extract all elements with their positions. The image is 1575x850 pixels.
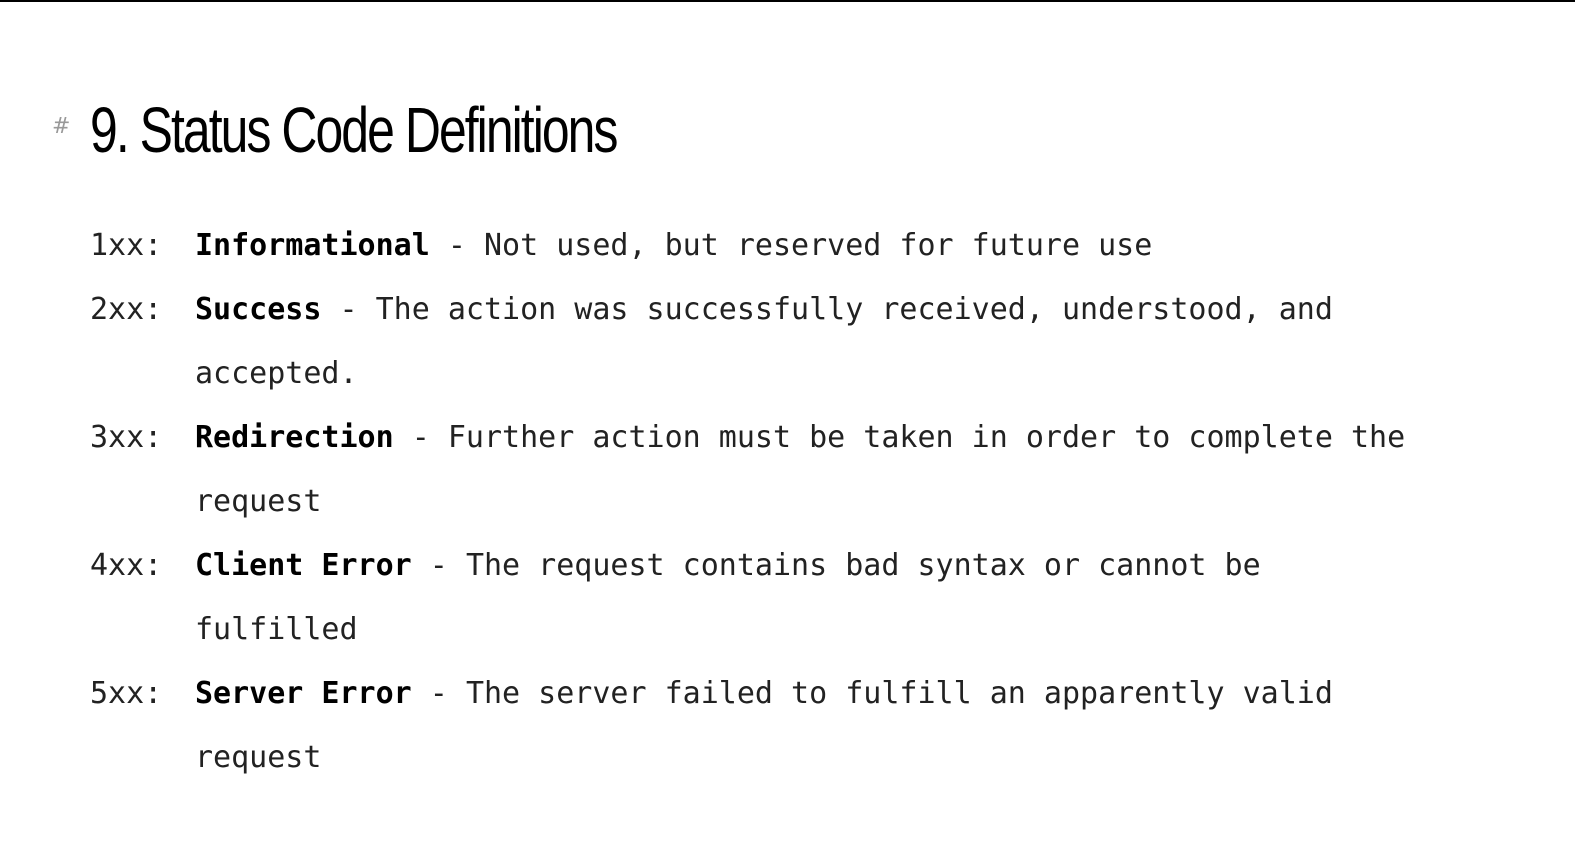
status-description: Not used, but reserved for future use bbox=[484, 228, 1153, 263]
status-code: 1xx: bbox=[90, 228, 163, 263]
status-definition: Client Error - The request contains bad … bbox=[195, 534, 1425, 662]
status-code: 2xx: bbox=[90, 292, 163, 327]
status-definition: Server Error - The server failed to fulf… bbox=[195, 662, 1425, 790]
separator: - bbox=[393, 420, 448, 455]
status-name: Server Error bbox=[195, 676, 412, 711]
separator: - bbox=[411, 676, 466, 711]
status-name: Client Error bbox=[195, 548, 412, 583]
page-title: 9. Status Code Definitions bbox=[90, 94, 618, 166]
status-code: 3xx: bbox=[90, 420, 163, 455]
heading-anchor-link[interactable]: # bbox=[52, 114, 90, 139]
status-code: 4xx: bbox=[90, 548, 163, 583]
status-item-4xx: 4xx: Client Error - The request contains… bbox=[90, 534, 1470, 662]
status-definition: Redirection - Further action must be tak… bbox=[195, 406, 1425, 534]
status-item-2xx: 2xx: Success - The action was successful… bbox=[90, 278, 1470, 406]
separator: - bbox=[321, 292, 376, 327]
top-border bbox=[0, 0, 1575, 2]
separator: - bbox=[411, 548, 466, 583]
status-code: 5xx: bbox=[90, 676, 163, 711]
status-name: Success bbox=[195, 292, 322, 327]
status-name: Informational bbox=[195, 228, 430, 263]
status-name: Redirection bbox=[195, 420, 394, 455]
status-code-list: 1xx: Informational - Not used, but reser… bbox=[90, 214, 1470, 790]
status-item-3xx: 3xx: Redirection - Further action must b… bbox=[90, 406, 1470, 534]
status-item-5xx: 5xx: Server Error - The server failed to… bbox=[90, 662, 1470, 790]
status-item-1xx: 1xx: Informational - Not used, but reser… bbox=[90, 214, 1470, 278]
section-heading: # 9. Status Code Definitions bbox=[52, 92, 765, 168]
separator: - bbox=[429, 228, 484, 263]
status-definition: Informational - Not used, but reserved f… bbox=[195, 214, 1425, 278]
status-definition: Success - The action was successfully re… bbox=[195, 278, 1425, 406]
